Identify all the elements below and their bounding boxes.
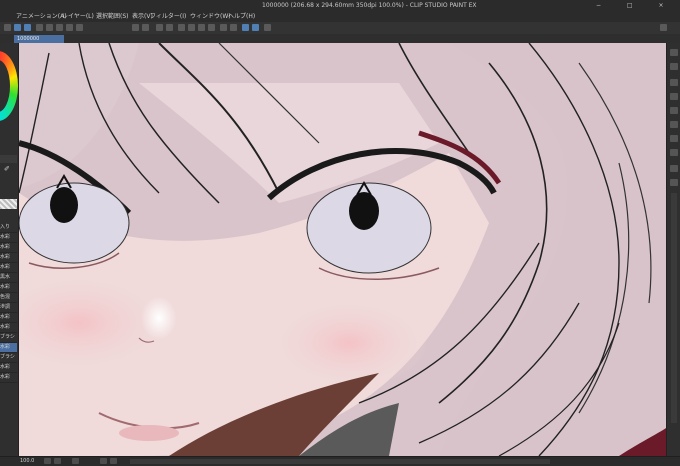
brush-item[interactable]: 黒水	[0, 273, 17, 283]
deselect-icon[interactable]	[178, 24, 185, 31]
clear-icon[interactable]	[156, 24, 163, 31]
invert-icon[interactable]	[198, 24, 205, 31]
brush-item[interactable]: 水彩	[0, 373, 17, 383]
open-file-icon[interactable]	[46, 24, 53, 31]
panel-icon[interactable]	[670, 165, 678, 172]
brush-item[interactable]: 水彩	[0, 233, 17, 243]
pen-alt-icon[interactable]	[252, 24, 259, 31]
menu-item-help[interactable]: ヘルプ(H)	[228, 11, 255, 22]
panel-icon[interactable]	[670, 149, 678, 156]
flip-icon[interactable]	[110, 458, 117, 464]
brush-item[interactable]: 水彩	[0, 263, 17, 273]
menu-item-selection[interactable]: 選択範囲(S)	[96, 11, 129, 22]
brush-item[interactable]: 水彩	[0, 323, 17, 333]
panel-icon[interactable]	[670, 179, 678, 186]
zoom-out-icon[interactable]	[44, 458, 51, 464]
canvas-tab-row: 1000000	[0, 34, 680, 43]
panel-icon[interactable]	[670, 121, 678, 128]
canvas-tab-label: 1000000	[17, 36, 40, 42]
panel-icon[interactable]	[670, 107, 678, 114]
select-icon[interactable]	[24, 24, 31, 31]
left-panel: ✐ 入り 水彩 水彩 水彩 水彩 黒水 水彩 色混 滲調 水彩 水彩 ブラシ 水…	[0, 43, 19, 456]
transparency-swatch[interactable]	[0, 199, 17, 209]
export-icon[interactable]	[66, 24, 73, 31]
ruler-icon[interactable]	[220, 24, 227, 31]
canvas-tab[interactable]: 1000000	[14, 35, 64, 43]
tool-icon[interactable]	[14, 24, 21, 31]
transform-icon[interactable]	[208, 24, 215, 31]
eyedropper-icon[interactable]: ✐	[4, 165, 12, 173]
panel-icon[interactable]	[670, 135, 678, 142]
brush-item[interactable]: 水彩	[0, 253, 17, 263]
panel-icon[interactable]	[670, 49, 678, 56]
redo-icon[interactable]	[142, 24, 149, 31]
brush-item[interactable]: 滲調	[0, 303, 17, 313]
brush-item[interactable]: ブラシ	[0, 353, 17, 363]
snap-icon[interactable]	[230, 24, 237, 31]
right-panel	[666, 43, 680, 456]
panel-icon[interactable]	[670, 79, 678, 86]
brush-item-selected[interactable]: 水彩	[0, 343, 17, 353]
menu-item-animation[interactable]: アニメーション(A)	[16, 11, 67, 22]
tool-option-row[interactable]	[0, 155, 17, 163]
brush-item[interactable]: 色混	[0, 293, 17, 303]
brush-item[interactable]: 水彩	[0, 363, 17, 373]
undo-icon[interactable]	[132, 24, 139, 31]
menu-item-window[interactable]: ウィンドウ(W)	[190, 11, 231, 22]
grid-icon[interactable]	[264, 24, 271, 31]
canvas-artwork	[19, 43, 666, 456]
fill-icon[interactable]	[166, 24, 173, 31]
pen-icon[interactable]	[242, 24, 249, 31]
brush-item[interactable]: 水彩	[0, 283, 17, 293]
window-controls[interactable]: − □ ×	[596, 0, 676, 11]
menu-icon[interactable]	[4, 24, 11, 31]
panel-icon[interactable]	[670, 63, 678, 70]
menu-item-layer[interactable]: レイヤー(L)	[62, 11, 94, 22]
zoom-in-icon[interactable]	[54, 458, 61, 464]
settings-icon[interactable]	[660, 24, 667, 31]
vertical-scrollbar[interactable]	[671, 193, 677, 423]
title-bar: 1000000 (206.68 x 294.60mm 350dpi 100.0%…	[0, 0, 680, 11]
horizontal-scrollbar[interactable]	[130, 459, 550, 464]
brush-item[interactable]: ブラシ	[0, 333, 17, 343]
brush-item[interactable]: 水彩	[0, 313, 17, 323]
new-file-icon[interactable]	[36, 24, 43, 31]
crop-icon[interactable]	[188, 24, 195, 31]
save-icon[interactable]	[56, 24, 63, 31]
menu-item-filter[interactable]: フィルター(I)	[150, 11, 186, 22]
panel-icon[interactable]	[670, 93, 678, 100]
rotate-icon[interactable]	[100, 458, 107, 464]
window-title: 1000000 (206.68 x 294.60mm 350dpi 100.0%…	[262, 2, 477, 9]
fit-icon[interactable]	[72, 458, 79, 464]
brush-item[interactable]: 入り	[0, 223, 17, 233]
print-icon[interactable]	[76, 24, 83, 31]
canvas[interactable]	[19, 43, 666, 456]
brush-item[interactable]: 水彩	[0, 243, 17, 253]
